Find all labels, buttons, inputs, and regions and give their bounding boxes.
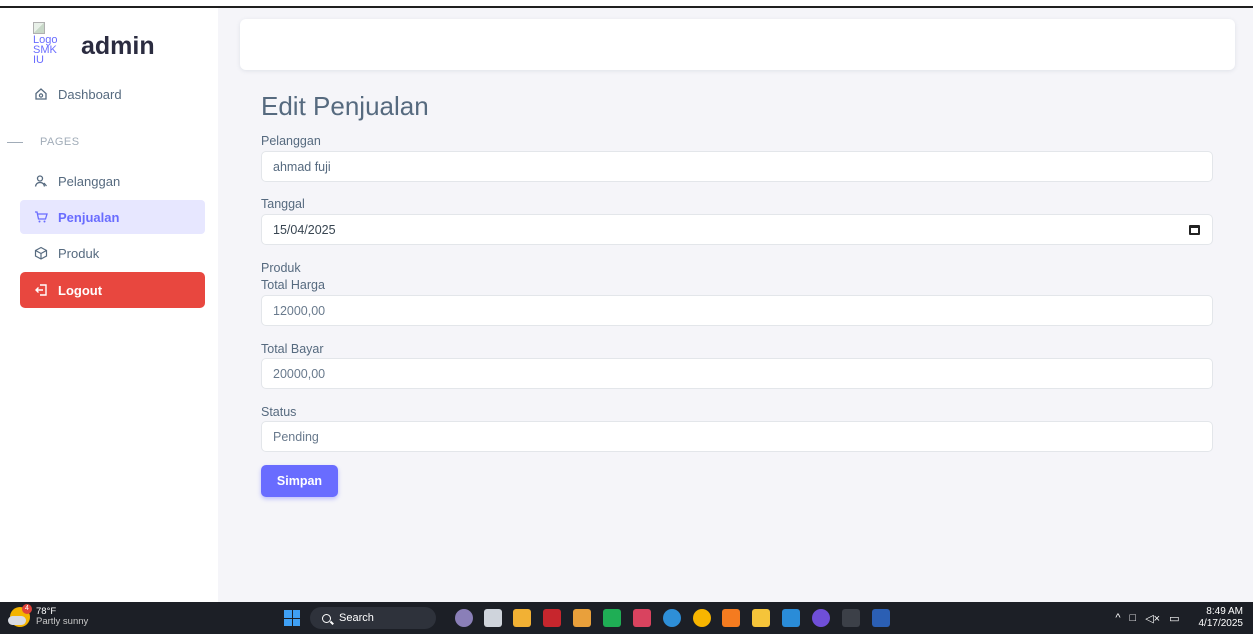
taskbar: 4 78°F Partly sunny Search ^ □ ◁× ▭ 8:49…	[0, 602, 1253, 634]
pelanggan-field[interactable]: ahmad fuji	[261, 151, 1213, 182]
total-harga-value: 12000,00	[273, 303, 326, 318]
logo-image: Logo SMK IU	[33, 22, 59, 72]
sidebar-item-label: Pelanggan	[58, 173, 121, 189]
total-harga-label: Total Harga	[261, 278, 325, 292]
sidebar-item-label: Dashboard	[58, 86, 122, 102]
clock[interactable]: 8:49 AM 4/17/2025	[1199, 606, 1244, 630]
status-value: Pending	[273, 429, 319, 444]
weather-widget[interactable]: 4 78°F Partly sunny	[8, 604, 88, 627]
produk-label: Produk	[261, 261, 301, 275]
broken-image-icon	[33, 22, 45, 34]
app-icon-toeic[interactable]	[513, 609, 531, 627]
volume-icon[interactable]: ◁×	[1145, 612, 1160, 625]
battery-icon[interactable]: ▭	[1169, 612, 1179, 625]
system-tray: ^ □ ◁× ▭ 8:49 AM 4/17/2025	[1115, 606, 1243, 630]
app-icon-file-explorer[interactable]	[752, 609, 770, 627]
edit-penjualan-form: Edit Penjualan Pelanggan ahmad fuji Tang…	[261, 88, 1213, 497]
app-icon-word[interactable]	[872, 609, 890, 627]
window-top-edge	[0, 0, 1253, 8]
logo-alt-line-3: IU	[33, 54, 44, 66]
tanggal-value: 15/04/2025	[273, 222, 336, 237]
home-icon	[34, 87, 48, 101]
page-title: Edit Penjualan	[261, 91, 429, 121]
app-icon-copilot[interactable]	[455, 609, 473, 627]
clock-time: 8:49 AM	[1206, 606, 1243, 617]
app-icon-edge[interactable]	[663, 609, 681, 627]
logout-label: Logout	[58, 282, 103, 298]
simpan-button[interactable]: Simpan	[261, 465, 338, 497]
app-icon-task-view[interactable]	[484, 609, 502, 627]
chevron-up-icon[interactable]: ^	[1115, 612, 1120, 624]
section-header-label: PAGES	[40, 136, 80, 148]
app-icon-jetbrains[interactable]	[633, 609, 651, 627]
sidebar-item-pelanggan[interactable]: Pelanggan	[20, 164, 205, 198]
logout-button[interactable]: Logout	[20, 272, 205, 308]
user-icon	[34, 174, 48, 188]
weather-desc: Partly sunny	[36, 616, 89, 627]
sidebar-item-dashboard[interactable]: Dashboard	[20, 77, 205, 111]
app-icon-tools[interactable]	[573, 609, 591, 627]
taskbar-search-label: Search	[339, 612, 374, 624]
pelanggan-value: ahmad fuji	[273, 159, 331, 174]
cart-icon	[34, 210, 48, 224]
section-header-pages: PAGES	[0, 136, 80, 148]
calendar-icon[interactable]	[1189, 225, 1200, 235]
network-icon[interactable]: □	[1130, 612, 1137, 624]
app-icon-xbox[interactable]	[603, 609, 621, 627]
total-bayar-value: 20000,00	[273, 366, 326, 381]
weather-text: 78°F Partly sunny	[36, 607, 88, 627]
app-icon-red-app[interactable]	[543, 609, 561, 627]
box-icon	[34, 246, 48, 260]
app-icon-xampp[interactable]	[722, 609, 740, 627]
tanggal-label: Tanggal	[261, 197, 305, 211]
brand[interactable]: Logo SMK IU admin	[33, 22, 155, 72]
logout-icon	[34, 283, 48, 297]
sidebar-item-produk[interactable]: Produk	[20, 236, 205, 270]
pelanggan-label: Pelanggan	[261, 134, 321, 148]
sidebar-item-label: Penjualan	[58, 209, 120, 225]
taskbar-search[interactable]: Search	[310, 607, 436, 629]
sidebar-item-label: Produk	[58, 245, 100, 261]
sidebar: Logo SMK IU admin Dashboard PAGES Pelang…	[0, 8, 218, 602]
clock-date: 4/17/2025	[1198, 618, 1244, 629]
notification-badge: 4	[22, 604, 32, 614]
brand-name: admin	[81, 31, 155, 60]
start-button[interactable]	[284, 610, 300, 626]
app-icon-chrome-profile[interactable]	[812, 609, 830, 627]
sidebar-item-penjualan[interactable]: Penjualan	[20, 200, 205, 234]
status-label: Status	[261, 405, 297, 419]
weather-icon: 4	[8, 604, 32, 627]
tanggal-date-input[interactable]: 15/04/2025	[261, 214, 1213, 245]
total-bayar-input[interactable]: 20000,00	[261, 358, 1213, 389]
app-icon-terminal[interactable]	[842, 609, 860, 627]
total-bayar-label: Total Bayar	[261, 342, 324, 356]
app-icon-chrome[interactable]	[693, 609, 711, 627]
status-input[interactable]: Pending	[261, 421, 1213, 452]
search-icon	[322, 613, 331, 623]
total-harga-input[interactable]: 12000,00	[261, 295, 1213, 326]
app-icon-vscode[interactable]	[782, 609, 800, 627]
top-navbar	[240, 19, 1235, 70]
divider	[7, 141, 23, 143]
